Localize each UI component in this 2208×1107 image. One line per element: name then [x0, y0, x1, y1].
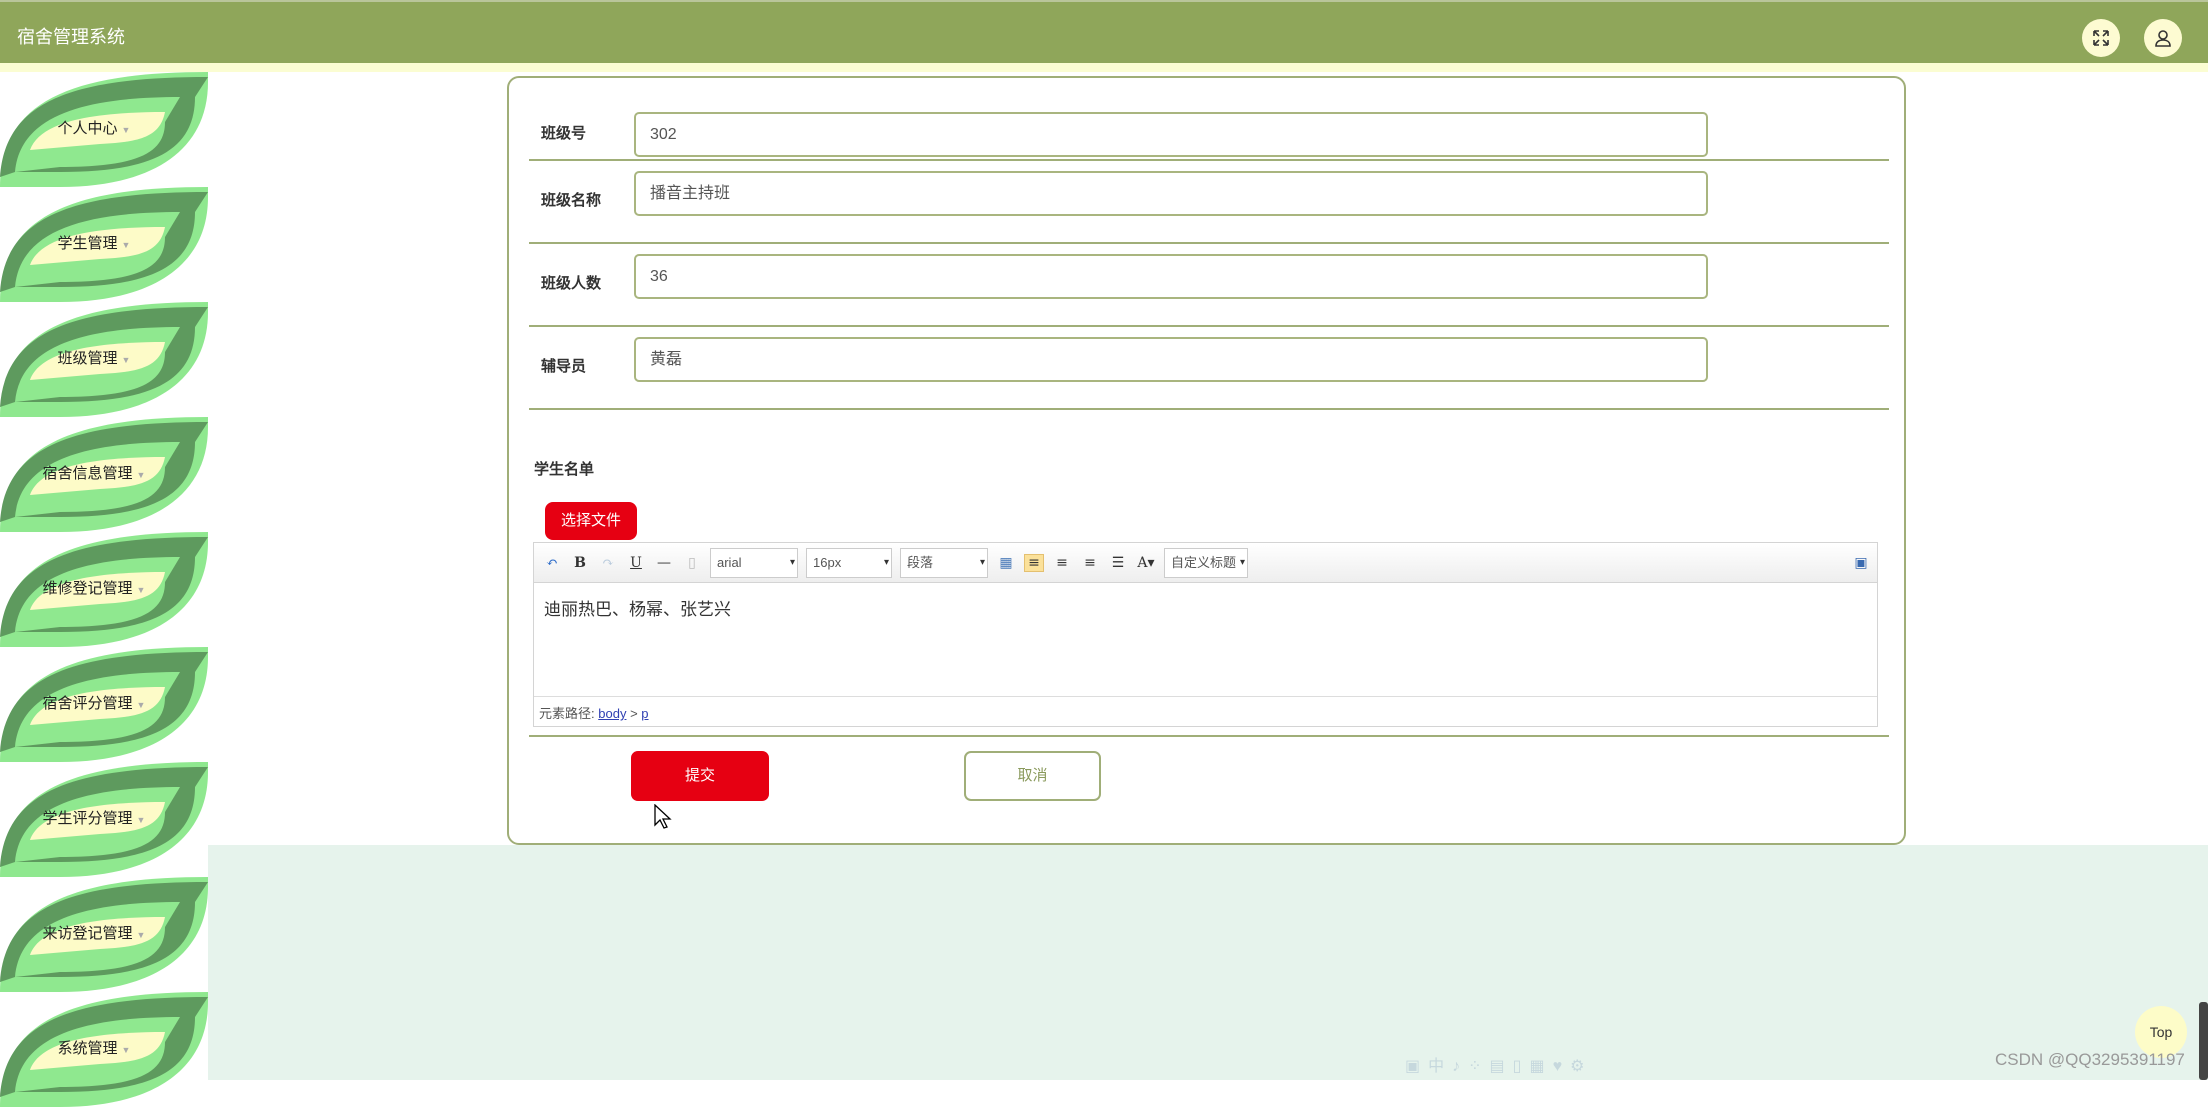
sidebar-item-label: 学生评分管理 ▼: [42, 810, 146, 827]
underline-icon[interactable]: U: [626, 555, 646, 571]
sidebar-item-label: 个人中心 ▼: [57, 120, 131, 137]
mouse-cursor-icon: [654, 804, 672, 829]
align-right-icon[interactable]: ≡: [1052, 555, 1072, 571]
align-left-icon[interactable]: ≡: [1024, 553, 1044, 572]
sidebar-item[interactable]: 宿舍信息管理 ▼: [0, 417, 208, 532]
horizontal-rule-icon[interactable]: —: [654, 555, 674, 571]
undo-icon[interactable]: ↶: [542, 555, 562, 571]
sidebar-item-label: 系统管理 ▼: [57, 1040, 131, 1057]
paragraph-select[interactable]: 段落: [900, 547, 988, 578]
redo-icon[interactable]: ↷: [598, 555, 618, 571]
field-row-class-number: 班级号 302: [529, 78, 1889, 161]
field-row-counselor: 辅导员 黄磊: [529, 327, 1889, 410]
cancel-button[interactable]: 取消: [964, 751, 1101, 801]
sidebar-item[interactable]: 学生评分管理 ▼: [0, 762, 208, 877]
table-icon[interactable]: ▦: [996, 555, 1016, 571]
element-path: 元素路径: body > p: [534, 696, 1877, 726]
field-label: 班级人数: [541, 275, 602, 292]
sidebar-item-label: 学生管理 ▼: [57, 235, 131, 252]
path-separator: >: [630, 706, 638, 721]
font-family-select[interactable]: arial: [710, 547, 798, 578]
sidebar-item[interactable]: 来访登记管理 ▼: [0, 877, 208, 992]
page-icon[interactable]: ▯: [682, 555, 702, 571]
chevron-down-icon: ▼: [136, 470, 146, 480]
sidebar-item-label: 班级管理 ▼: [57, 350, 131, 367]
submit-button[interactable]: 提交: [631, 751, 769, 801]
chevron-down-icon: ▼: [136, 815, 146, 825]
header-strip: [0, 63, 2208, 72]
chevron-down-icon: ▼: [121, 1045, 131, 1055]
sidebar-item-label: 来访登记管理 ▼: [42, 925, 146, 942]
chevron-down-icon: ▼: [136, 930, 146, 940]
rich-text-editor: ↶ B ↷ U — ▯ arial 16px 段落 ▦ ≡ ≡ ≡ ☰ A▾ 自…: [533, 542, 1878, 727]
field-label: 班级号: [541, 125, 587, 142]
chevron-down-icon: ▼: [136, 700, 146, 710]
sidebar-item[interactable]: 班级管理 ▼: [0, 302, 208, 417]
student-list-label: 学生名单: [534, 461, 595, 478]
sidebar-item-label: 宿舍评分管理 ▼: [42, 695, 146, 712]
class-name-input[interactable]: 播音主持班: [634, 171, 1708, 216]
align-center-icon[interactable]: ≡: [1080, 555, 1100, 571]
top-header: 宿舍管理系统: [0, 0, 2208, 63]
fullscreen-button[interactable]: [2082, 19, 2120, 57]
bold-icon[interactable]: B: [570, 555, 590, 571]
sidebar-item[interactable]: 系统管理 ▼: [0, 992, 208, 1107]
fullscreen-icon: [2093, 30, 2109, 46]
divider: [529, 735, 1889, 737]
path-body-link[interactable]: body: [598, 706, 626, 721]
user-icon: [2155, 30, 2171, 47]
path-p-link[interactable]: p: [641, 706, 648, 721]
user-button[interactable]: [2144, 19, 2182, 57]
field-row-class-name: 班级名称 播音主持班: [529, 161, 1889, 244]
field-row-class-size: 班级人数 36: [529, 244, 1889, 327]
sidebar-item-label: 维修登记管理 ▼: [42, 580, 146, 597]
sidebar-item[interactable]: 个人中心 ▼: [0, 72, 208, 187]
custom-title-select[interactable]: 自定义标题: [1164, 547, 1248, 578]
sidebar-item[interactable]: 学生管理 ▼: [0, 187, 208, 302]
font-color-icon[interactable]: A▾: [1136, 555, 1156, 571]
editor-toolbar: ↶ B ↷ U — ▯ arial 16px 段落 ▦ ≡ ≡ ≡ ☰ A▾ 自…: [534, 543, 1877, 583]
font-size-select[interactable]: 16px: [806, 547, 892, 578]
class-size-input[interactable]: 36: [634, 254, 1708, 299]
scrollbar[interactable]: [2199, 1002, 2208, 1080]
field-label: 辅导员: [541, 358, 587, 375]
page-background: [208, 845, 2208, 1080]
chevron-down-icon: ▼: [136, 585, 146, 595]
ime-toolbar-icons: ▣中♪⁘▤▯▦♥⚙: [1405, 1058, 1593, 1075]
chevron-down-icon: ▼: [121, 355, 131, 365]
sidebar-item-label: 宿舍信息管理 ▼: [42, 465, 146, 482]
class-number-input[interactable]: 302: [634, 112, 1708, 157]
choose-file-button[interactable]: 选择文件: [545, 502, 637, 540]
chevron-down-icon: ▼: [121, 125, 131, 135]
counselor-input[interactable]: 黄磊: [634, 337, 1708, 382]
class-edit-form: 班级号 302 班级名称 播音主持班 班级人数 36 辅导员 黄磊 学生名单 选…: [507, 76, 1906, 845]
preview-icon[interactable]: ▣: [1851, 555, 1871, 571]
app-title: 宿舍管理系统: [17, 27, 125, 47]
field-label: 班级名称: [541, 192, 602, 209]
editor-content[interactable]: 迪丽热巴、杨幂、张艺兴: [534, 583, 1877, 696]
watermark: CSDN @QQ3295391197: [1995, 1050, 2185, 1069]
sidebar-item[interactable]: 维修登记管理 ▼: [0, 532, 208, 647]
sidebar-item[interactable]: 宿舍评分管理 ▼: [0, 647, 208, 762]
chevron-down-icon: ▼: [121, 240, 131, 250]
align-justify-icon[interactable]: ☰: [1108, 555, 1128, 571]
element-path-label: 元素路径:: [539, 706, 595, 721]
